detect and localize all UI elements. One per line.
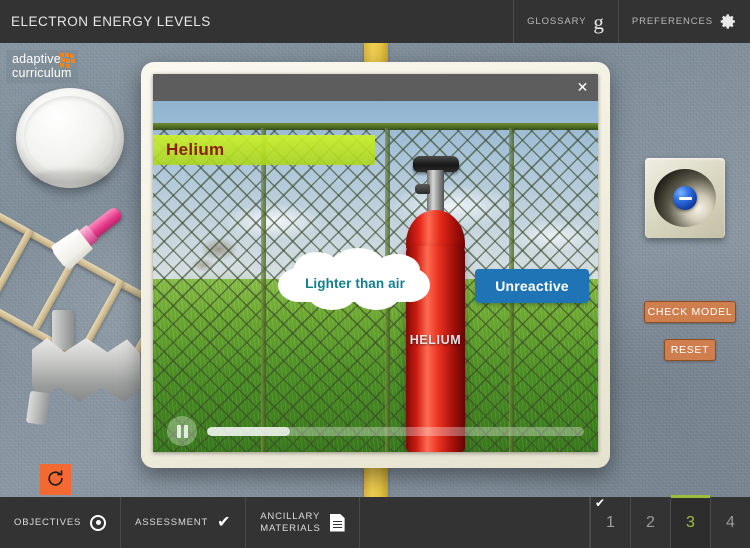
footer-spacer [360,497,590,548]
page-tab-3-label: 3 [686,513,695,531]
page-tab-4-label: 4 [726,513,735,531]
app-header: ELECTRON ENERGY LEVELS GLOSSARY g PREFER… [0,0,750,43]
electron-token-tile[interactable] [645,158,725,238]
refresh-circular-arrow-icon [46,469,65,491]
decorative-metal-clip [22,310,142,426]
footer-button-objectives[interactable]: OBJECTIVES [0,497,122,548]
objectives-label: OBJECTIVES [14,516,82,528]
page-completed-check-icon: ✔ [595,496,606,510]
helium-banner-label: Helium [166,140,225,159]
reset-button[interactable]: RESET [664,339,716,361]
app-footer: OBJECTIVES ASSESSMENT ✔ ANCILLARY MATERI… [0,495,750,548]
tank-knob [415,184,430,194]
page-tab-2-label: 2 [646,513,655,531]
page-title: ELECTRON ENERGY LEVELS [11,14,211,29]
glossary-g-icon: g [593,10,605,34]
glossary-button[interactable]: GLOSSARY g [513,0,618,43]
video-modal: ✕ Helium HELIUM Lighter than air Unreact… [141,62,610,468]
restart-activity-button[interactable] [40,464,71,495]
ancillary-label-line-2: MATERIALS [260,522,321,534]
glossary-label: GLOSSARY [527,16,587,27]
fence-post [261,128,266,452]
adaptive-curriculum-logo: adaptive curriculum [6,50,78,83]
decorative-dish [16,88,124,188]
yellow-tab-bottom [364,468,388,498]
preferences-label: PREFERENCES [631,16,713,27]
target-icon [90,514,107,531]
footer-button-ancillary-materials[interactable]: ANCILLARY MATERIALS [246,497,360,548]
blue-callout: Unreactive [475,269,589,303]
document-icon [329,513,345,532]
video-progress-fill [207,426,290,436]
close-icon[interactable]: ✕ [574,79,591,96]
video-scene: Helium HELIUM Lighter than air Unreactiv… [153,101,598,452]
page-tab-2[interactable]: 2 [630,497,670,548]
helium-title-banner: Helium [153,135,375,165]
ancillary-label-line-1: ANCILLARY [260,510,321,522]
check-model-button[interactable]: CHECK MODEL [644,301,736,323]
video-modal-titlebar [153,74,598,101]
gear-icon [720,13,737,30]
footer-button-assessment[interactable]: ASSESSMENT ✔ [121,497,247,548]
ancillary-materials-label: ANCILLARY MATERIALS [260,511,320,535]
page-tab-4[interactable]: 4 [710,497,750,548]
video-modal-inner: ✕ Helium HELIUM Lighter than air Unreact… [153,74,598,452]
blue-callout-label: Unreactive [495,278,569,294]
cloud-callout-label: Lighter than air [305,275,405,291]
logo-blocks-icon [59,53,75,68]
assessment-label: ASSESSMENT [135,516,209,528]
page-tab-1[interactable]: ✔ 1 [590,497,630,548]
tank-label: HELIUM [409,333,462,347]
page-tab-3[interactable]: 3 [670,495,710,548]
video-player-controls [153,410,598,452]
app-root: adaptive curriculum ELECTRON ENERGY LEVE… [0,0,750,548]
electron-well [654,169,716,227]
pause-icon[interactable] [167,416,197,446]
video-progress-bar[interactable] [207,426,584,436]
preferences-button[interactable]: PREFERENCES [617,0,750,43]
cloud-callout: Lighter than air [278,248,432,314]
logo-line-2: curriculum [12,65,72,80]
page-tab-1-label: 1 [606,513,615,531]
electron-icon [673,186,697,210]
check-icon: ✔ [217,513,232,531]
page-tabs: ✔ 1 2 3 4 [590,495,750,548]
